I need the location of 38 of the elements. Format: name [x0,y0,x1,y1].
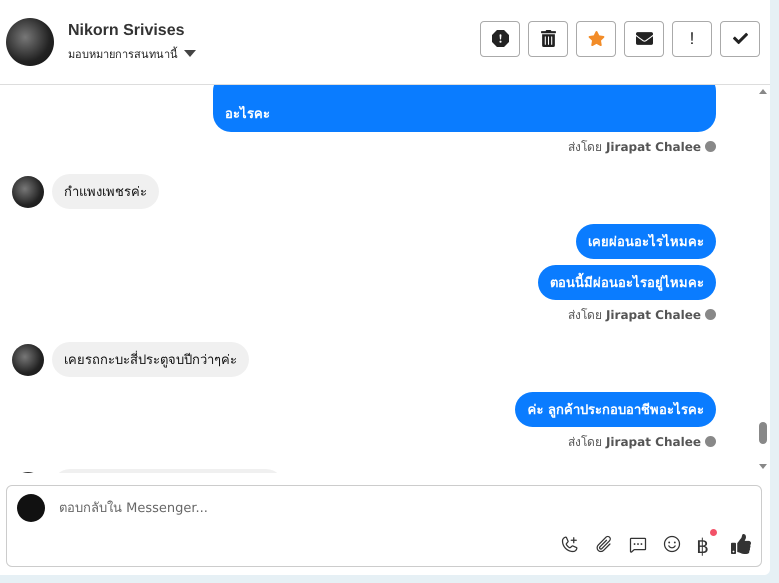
message-bubble: ค่ะ ลูกค้าประกอบอาชีพอะไรคะ [515,392,716,427]
check-icon [732,31,748,46]
notification-dot [710,529,717,536]
caret-icon [184,50,196,57]
contact-name: Nikorn Srivises [68,22,186,40]
alert-button[interactable] [480,20,520,56]
sender-note: ส่งโดย Jirapat Chalee [568,307,701,324]
star-icon [588,30,604,47]
envelope-icon [636,30,652,47]
emoji-button[interactable] [662,534,682,554]
avatar [6,18,54,66]
like-button[interactable] [731,534,751,554]
avatar [12,344,44,376]
page-avatar [17,494,45,522]
help-icon [705,309,716,320]
message-bubble: ตอนนี้มีผ่อนอะไรอยู่ไหมคะ [538,265,716,300]
help-icon [705,436,716,447]
call-button[interactable] [560,534,580,554]
avatar [12,176,44,208]
phone-plus-icon [560,534,580,554]
message-bubble: เคยผ่อนอะไรไหมคะ [576,224,716,259]
message-bubble: กำแพงเพชรค่ะ [52,174,159,209]
check-button[interactable] [720,20,760,56]
thumbs-up-icon [731,534,751,554]
baht-button[interactable]: ฿ [696,529,717,558]
smiley-icon [662,534,682,554]
message-bubble: เคยรถกะบะสี่ประตูจบปีกว่าๆค่ะ [52,342,249,377]
mark-button[interactable]: ! [672,20,712,56]
assign-dropdown[interactable]: มอบหมายการสนทนานี้ [68,44,480,62]
message-bubble: อะไรคะ [213,85,716,132]
mail-button[interactable] [624,20,664,56]
help-icon [705,141,716,152]
sender-note: ส่งโดย Jirapat Chalee [568,434,701,451]
trash-icon [540,30,556,47]
octagon-exclamation-icon [492,30,508,47]
star-button[interactable] [576,20,616,56]
sender-note: ส่งโดย Jirapat Chalee [568,139,701,156]
delete-button[interactable] [528,20,568,56]
